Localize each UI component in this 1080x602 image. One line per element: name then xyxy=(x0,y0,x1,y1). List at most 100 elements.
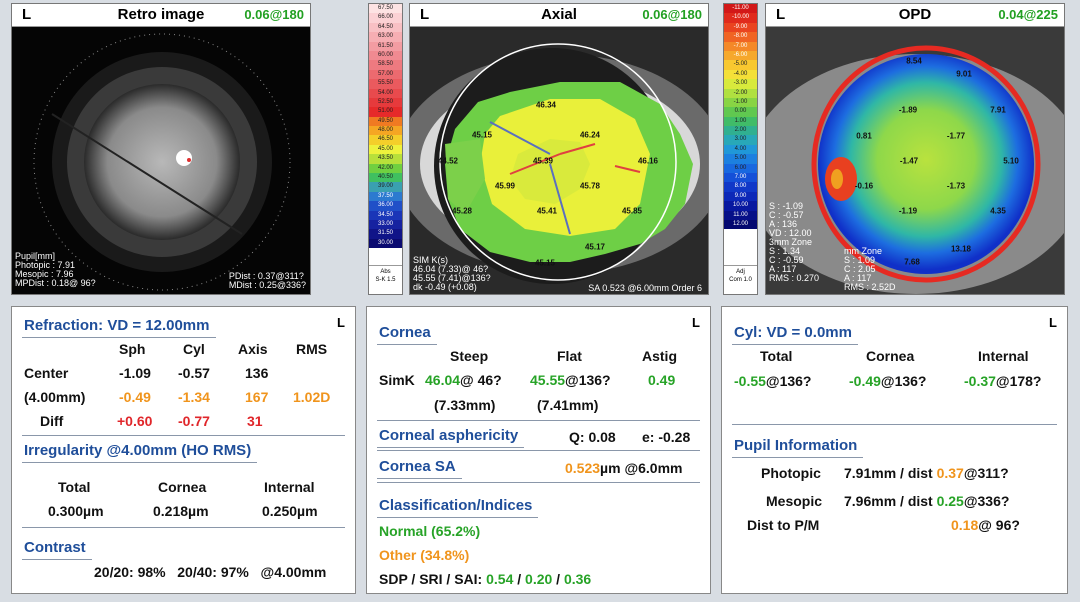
refraction-title: Refraction: VD = 12.00mm xyxy=(22,317,215,338)
scale-cell: 48.00 xyxy=(369,126,402,136)
scale-cell: 58.50 xyxy=(369,60,402,70)
map-value: -1.47 xyxy=(899,156,919,166)
sri-value: 0.20 xyxy=(525,571,553,587)
header-flat: Flat xyxy=(557,348,582,364)
divider xyxy=(377,420,700,421)
dist-pm-values: 0.18@ 96? xyxy=(951,517,1020,533)
refraction-panel: L Refraction: VD = 12.00mm Sph Cyl Axis … xyxy=(11,306,356,594)
map-value: -1.77 xyxy=(946,131,966,141)
scale-cell: 37.50 xyxy=(369,191,402,202)
axial-foot1: Abs xyxy=(380,269,391,275)
scale-cell: -1.00 xyxy=(724,97,757,108)
cyl-pupil-panel: L Cyl: VD = 0.0mm Total Cornea Internal … xyxy=(721,306,1068,594)
scale-cell: 7.00 xyxy=(724,173,757,183)
scale-cell: -5.00 xyxy=(724,60,757,70)
scale-cell: -6.00 xyxy=(724,50,757,61)
scale-cell: 57.00 xyxy=(369,69,402,80)
axial-value: 0.06@180 xyxy=(642,7,702,22)
header-astig: Astig xyxy=(642,348,677,364)
scale-cell: -3.00 xyxy=(724,79,757,89)
cornea-title: Cornea xyxy=(377,324,437,345)
class-normal: Normal (65.2%) xyxy=(379,523,481,539)
retro-value: 0.06@180 xyxy=(244,7,304,22)
sa-unit: µm @6.0mm xyxy=(600,460,683,476)
cyl-total-value: -0.55 xyxy=(734,373,766,389)
cyl-internal-axis: @178? xyxy=(995,373,1042,389)
steep-mm: (7.33mm) xyxy=(434,397,496,413)
scale-cell: 9.00 xyxy=(724,191,757,202)
divider xyxy=(377,482,700,483)
slash: / xyxy=(556,571,561,587)
contrast-title: Contrast xyxy=(22,539,92,560)
retro-mdist: MDist : 0.25@336? xyxy=(228,280,306,290)
map-value: -1.19 xyxy=(898,206,918,216)
map-value: 5.10 xyxy=(1003,156,1019,166)
scale-cell: 0.00 xyxy=(724,107,757,117)
scale-cell: 10.00 xyxy=(724,201,757,211)
divider xyxy=(377,450,700,451)
zone-sph: -0.49 xyxy=(119,389,151,405)
map-value: 44.52 xyxy=(437,156,459,166)
cornea-panel: L Cornea Steep Flat Astig SimK 46.04@ 46… xyxy=(366,306,711,594)
eye-label: L xyxy=(337,315,345,330)
center-sph: -1.09 xyxy=(119,365,151,381)
scale-cell: 36.00 xyxy=(369,201,402,211)
dist-pm-axis: @ 96? xyxy=(978,517,1020,533)
mesopic-values: 7.96mm / dist 0.25@336? xyxy=(844,493,1009,509)
steep-axis: @ 46? xyxy=(460,372,502,388)
axial-color-scale: 67.50 66.00 64.50 63.00 61.50 60.00 58.50 57.00… xyxy=(368,3,403,295)
simk-flat: 45.55@136? xyxy=(530,372,611,388)
header-rms: RMS xyxy=(296,341,328,357)
scale-cell: 11.00 xyxy=(724,210,757,220)
header-sph: Sph xyxy=(119,341,146,357)
scale-cell: 52.50 xyxy=(369,97,402,108)
eye-label: L xyxy=(692,315,700,330)
map-value: 9.01 xyxy=(956,69,972,79)
diff-cyl: -0.77 xyxy=(178,413,210,429)
scale-cell: 1.00 xyxy=(724,116,757,127)
map-value: 4.35 xyxy=(990,206,1006,216)
simk-steep: 46.04@ 46? xyxy=(425,372,502,388)
map-value: 46.16 xyxy=(637,156,659,166)
row-diff-label: Diff xyxy=(40,413,64,429)
scale-cell: 34.50 xyxy=(369,210,402,220)
contrast-values: 20/20: 98% 20/40: 97% @4.00mm xyxy=(94,564,327,580)
row-center-label: Center xyxy=(24,365,69,381)
scale-cell: 43.50 xyxy=(369,154,402,164)
eye-label: L xyxy=(1049,315,1057,330)
retro-dist-info: PDist : 0.37@311? MDist : 0.25@336? xyxy=(229,272,306,290)
photopic-dist: 0.37 xyxy=(936,465,964,481)
sdp-value: 0.54 xyxy=(486,571,514,587)
scale-cell: 39.00 xyxy=(369,182,402,192)
map-value: 0.81 xyxy=(856,131,872,141)
photopic-axis: @311? xyxy=(963,465,1009,481)
cyl-cornea-value: -0.49 xyxy=(849,373,881,389)
scale-cell: 6.00 xyxy=(724,163,757,174)
scale-cell: 2.00 xyxy=(724,126,757,136)
classification-title: Classification/Indices xyxy=(376,497,539,518)
scale-cell: 55.50 xyxy=(369,79,402,89)
header-internal: Internal xyxy=(978,348,1029,364)
opd-l2-rms: RMS : 0.270 xyxy=(769,273,820,283)
row-zone-label: (4.00mm) xyxy=(24,389,86,405)
scale-cell: 46.50 xyxy=(369,135,402,145)
flat-value: 45.55 xyxy=(530,372,566,388)
opd-foot2: Com 1.0 xyxy=(729,277,752,283)
cyl-internal-value: -0.37 xyxy=(964,373,996,389)
astig-value: 0.49 xyxy=(648,372,676,388)
mesopic-axis: @336? xyxy=(963,493,1010,509)
cyl-total: -0.55@136? xyxy=(734,373,811,389)
mesopic-label: Mesopic xyxy=(766,493,823,509)
axial-dk: dk -0.49 (+0.08) xyxy=(413,282,477,292)
sai-value: 0.36 xyxy=(563,571,592,587)
divider xyxy=(732,424,1057,425)
map-value: 45.41 xyxy=(536,206,558,216)
opd-value: 0.04@225 xyxy=(998,7,1058,22)
map-value: -0.16 xyxy=(854,181,874,191)
scale-cell: 49.50 xyxy=(369,116,402,127)
q-value: Q: 0.08 xyxy=(569,429,616,445)
e-value: e: -0.28 xyxy=(642,429,691,445)
map-value: -1.73 xyxy=(946,181,966,191)
sa-value: 0.523 xyxy=(565,460,601,476)
opd-color-scale: -11.00 -10.00 -9.00 -8.00 -7.00 -6.00 -5.00 -4.… xyxy=(723,3,758,295)
